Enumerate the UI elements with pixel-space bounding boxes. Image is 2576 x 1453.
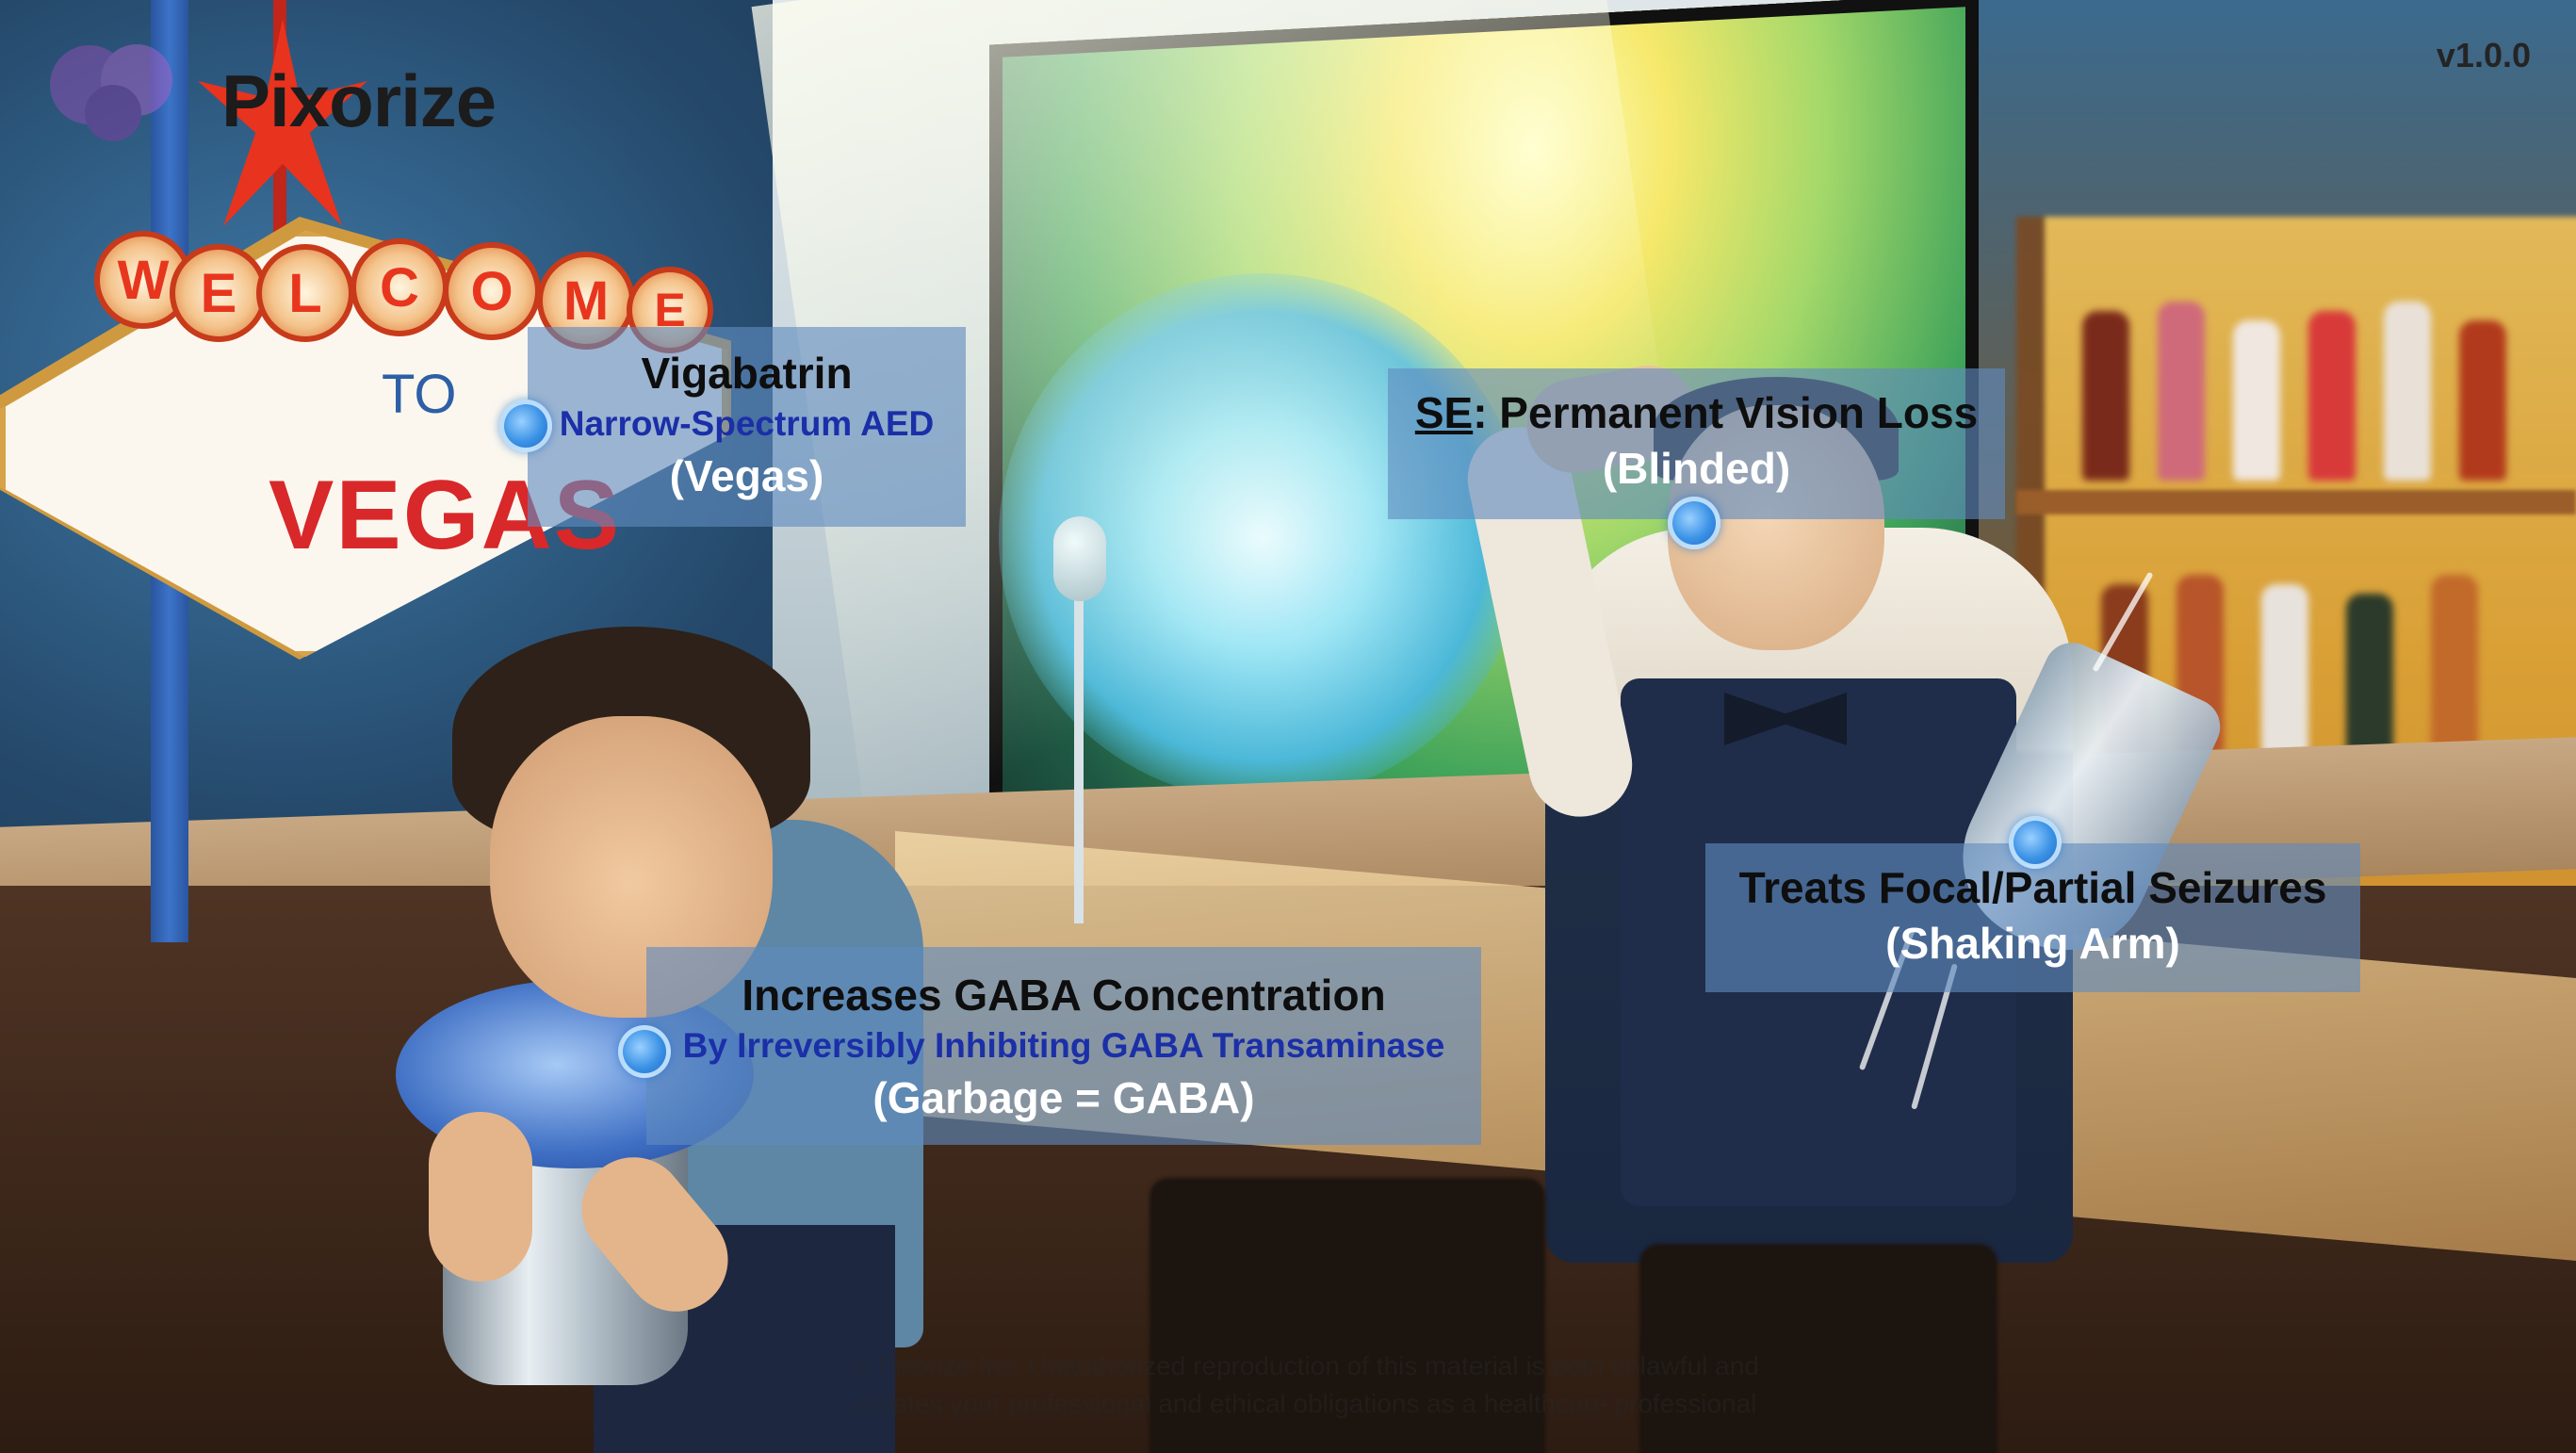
copyright-notice: © Pixorize Inc. Unauthorized reproductio… [763, 1347, 1847, 1423]
label-mnemonic: (Shaking Arm) [1885, 919, 2180, 968]
boy-arm [429, 1112, 532, 1282]
sign-to-text: TO [382, 364, 457, 425]
sign-letter: E [170, 244, 268, 342]
scene-canvas: W E L C O M E TO VEGAS Pixorize v1.0.0 V… [0, 0, 2576, 1453]
label-subtitle: By Irreversibly Inhibiting GABA Transami… [682, 1026, 1445, 1065]
sign-letter: O [443, 242, 541, 340]
sign-letter: C [351, 238, 448, 336]
hotspot-dot-icon[interactable] [1668, 497, 1720, 549]
brand-logo: Pixorize [221, 59, 497, 142]
microphone [1053, 516, 1106, 601]
bottle [2459, 320, 2506, 481]
label-title: Vigabatrin [641, 349, 853, 398]
copyright-line: © Pixorize Inc. Unauthorized reproductio… [851, 1351, 1759, 1380]
bottle [2308, 311, 2356, 481]
hotspot-dot-icon[interactable] [499, 400, 552, 452]
bottle [2158, 302, 2205, 481]
label-subtitle: Narrow-Spectrum AED [559, 404, 935, 443]
bottle [2346, 594, 2393, 754]
label-title-prefix: SE [1414, 388, 1474, 437]
label-title: Increases GABA Concentration [742, 971, 1386, 1020]
bottle [2233, 320, 2280, 481]
label-vigabatrin: Vigabatrin Narrow-Spectrum AED (Vegas) [528, 327, 966, 527]
bottle [2082, 311, 2129, 481]
hotspot-dot-icon[interactable] [618, 1025, 671, 1078]
label-mnemonic: (Blinded) [1602, 444, 1791, 493]
label-title-rest: : Permanent Vision Loss [1473, 388, 1979, 437]
mic-stand [1074, 584, 1084, 923]
label-mnemonic: (Vegas) [669, 451, 824, 500]
label-mnemonic: (Garbage = GABA) [872, 1073, 1255, 1122]
bottle [2431, 575, 2478, 754]
version-label: v1.0.0 [2436, 36, 2531, 74]
copyright-line: violates your professional and ethical o… [853, 1389, 1757, 1418]
bottle [2384, 302, 2431, 481]
shelf-board [2016, 490, 2576, 514]
pixorize-brain-icon [50, 44, 172, 141]
hotspot-dot-icon[interactable] [2009, 816, 2062, 869]
label-mechanism: Increases GABA Concentration By Irrevers… [646, 947, 1481, 1145]
sign-letter: L [256, 244, 354, 342]
label-title: SE: Permanent Vision Loss [1388, 385, 2005, 440]
bottle [2261, 584, 2308, 754]
